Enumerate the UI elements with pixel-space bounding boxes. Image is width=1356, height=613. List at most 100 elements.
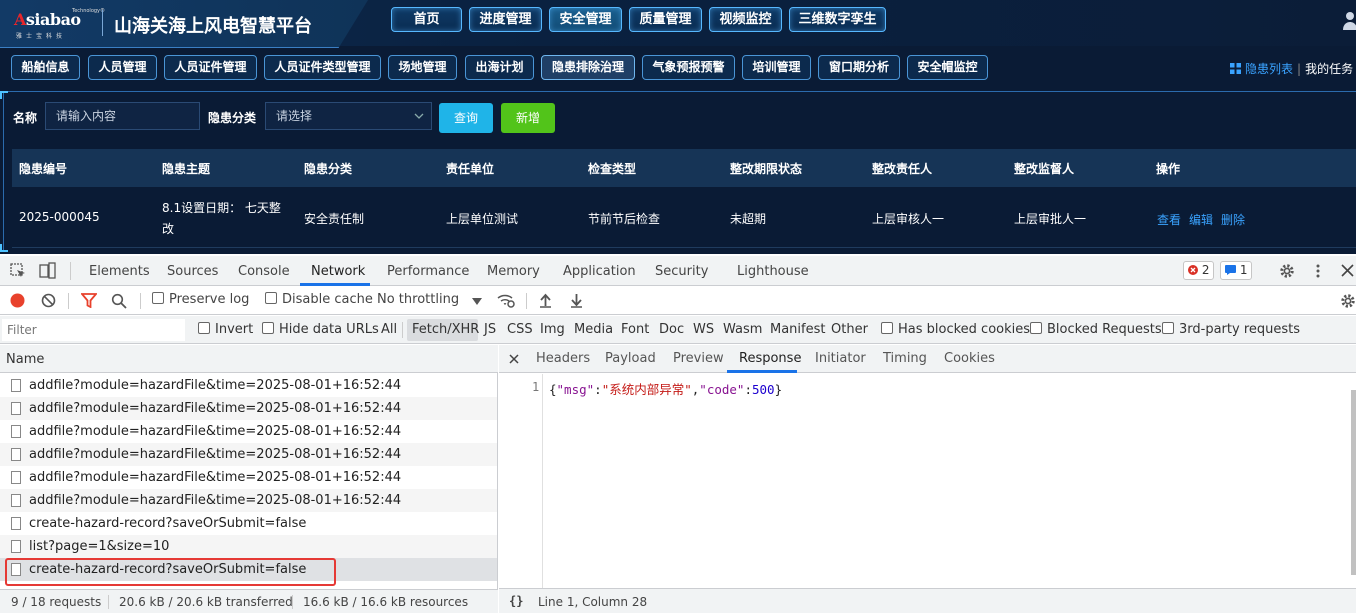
- gear-icon[interactable]: [1279, 263, 1295, 279]
- third-party-checkbox[interactable]: 3rd-party requests: [1162, 322, 1300, 337]
- subnav-certificates[interactable]: 人员证件管理: [164, 55, 257, 80]
- nav-home[interactable]: 首页: [391, 7, 462, 32]
- crumb-my-tasks[interactable]: 我的任务: [1305, 62, 1353, 76]
- active-response-tab-indicator: [727, 370, 797, 373]
- type-manifest[interactable]: Manifest: [770, 322, 825, 337]
- tab-network[interactable]: Network: [311, 264, 365, 279]
- tab-cookies[interactable]: Cookies: [944, 351, 995, 366]
- blocked-cookies-checkbox[interactable]: Has blocked cookies: [881, 322, 1030, 337]
- error-badge[interactable]: 2: [1183, 261, 1215, 280]
- request-row[interactable]: addfile?module=hazardFile&time=2025-08-0…: [0, 374, 497, 397]
- type-media[interactable]: Media: [574, 322, 613, 337]
- tab-sources[interactable]: Sources: [167, 264, 218, 279]
- json-colon: :: [594, 382, 602, 397]
- type-fetch-xhr[interactable]: Fetch/XHR: [412, 322, 479, 337]
- nav-digital-twin[interactable]: 三维数字孪生: [789, 7, 886, 32]
- tab-response[interactable]: Response: [739, 351, 801, 366]
- subnav-ship-info[interactable]: 船舶信息: [11, 55, 80, 80]
- crumb-hazard-list[interactable]: 隐患列表: [1245, 62, 1293, 76]
- download-icon[interactable]: [570, 293, 583, 308]
- request-row[interactable]: create-hazard-record?saveOrSubmit=false: [0, 512, 497, 535]
- breadcrumb: 隐患列表 | 我的任务: [1230, 60, 1353, 77]
- subnav-training[interactable]: 培训管理: [742, 55, 811, 80]
- close-detail-icon[interactable]: [509, 354, 519, 364]
- dropdown-arrow-icon[interactable]: [472, 298, 482, 305]
- tab-preview[interactable]: Preview: [673, 351, 724, 366]
- nav-progress[interactable]: 进度管理: [469, 7, 542, 32]
- request-row[interactable]: addfile?module=hazardFile&time=2025-08-0…: [0, 489, 497, 512]
- preserve-log-checkbox[interactable]: Preserve log: [152, 292, 249, 307]
- edit-link[interactable]: 编辑: [1189, 213, 1213, 227]
- subnav-hazard[interactable]: 隐患排除治理: [541, 55, 635, 80]
- add-button[interactable]: 新增: [501, 103, 555, 133]
- type-other[interactable]: Other: [831, 322, 868, 337]
- disable-cache-checkbox[interactable]: Disable cache: [265, 292, 373, 307]
- line-gutter: [499, 374, 543, 588]
- more-vertical-icon[interactable]: [1312, 263, 1324, 279]
- subnav-helmet[interactable]: 安全帽监控: [907, 55, 988, 80]
- subnav-personnel[interactable]: 人员管理: [88, 55, 157, 80]
- nav-quality[interactable]: 质量管理: [629, 7, 702, 32]
- invert-checkbox[interactable]: Invert: [198, 322, 253, 337]
- request-row[interactable]: addfile?module=hazardFile&time=2025-08-0…: [0, 443, 497, 466]
- type-js[interactable]: JS: [484, 322, 496, 337]
- inspect-icon[interactable]: [10, 263, 26, 279]
- subnav-site[interactable]: 场地管理: [388, 55, 457, 80]
- pretty-print-icon[interactable]: {}: [509, 594, 523, 608]
- tab-headers[interactable]: Headers: [536, 351, 590, 366]
- type-css[interactable]: CSS: [507, 322, 533, 337]
- subnav-window[interactable]: 窗口期分析: [818, 55, 900, 80]
- filter-icon[interactable]: [81, 293, 97, 308]
- type-font[interactable]: Font: [621, 322, 649, 337]
- subnav-sea-plan[interactable]: 出海计划: [465, 55, 534, 80]
- message-badge[interactable]: 1: [1220, 261, 1253, 280]
- query-button[interactable]: 查询: [439, 103, 493, 133]
- tab-console[interactable]: Console: [238, 264, 290, 279]
- search-icon[interactable]: [111, 293, 127, 309]
- request-row[interactable]: addfile?module=hazardFile&time=2025-08-0…: [0, 466, 497, 489]
- tab-lighthouse[interactable]: Lighthouse: [737, 264, 809, 279]
- line-number: 1: [532, 380, 540, 394]
- tab-memory[interactable]: Memory: [487, 264, 540, 279]
- request-row[interactable]: addfile?module=hazardFile&time=2025-08-0…: [0, 420, 497, 443]
- scrollbar[interactable]: [1351, 390, 1356, 575]
- filter-input[interactable]: Filter: [2, 319, 185, 341]
- request-row[interactable]: addfile?module=hazardFile&time=2025-08-0…: [0, 397, 497, 420]
- blocked-requests-checkbox[interactable]: Blocked Requests: [1030, 322, 1162, 337]
- subnav-cert-types[interactable]: 人员证件类型管理: [264, 55, 381, 80]
- network-settings-icon[interactable]: [1340, 293, 1356, 309]
- tab-application[interactable]: Application: [563, 264, 636, 279]
- tab-elements[interactable]: Elements: [89, 264, 150, 279]
- json-value-msg: "系统内部异常": [601, 382, 692, 397]
- nav-video[interactable]: 视频监控: [709, 7, 782, 32]
- close-icon[interactable]: [1341, 264, 1354, 277]
- tab-timing[interactable]: Timing: [883, 351, 927, 366]
- hide-data-urls-checkbox[interactable]: Hide data URLs: [262, 322, 379, 337]
- clear-icon[interactable]: [41, 293, 56, 308]
- upload-icon[interactable]: [539, 293, 552, 308]
- type-select[interactable]: 请选择: [265, 102, 432, 130]
- user-icon[interactable]: [1340, 10, 1356, 30]
- type-img[interactable]: Img: [540, 322, 565, 337]
- name-input[interactable]: 请输入内容: [45, 102, 200, 130]
- request-list: Name addfile?module=hazardFile&time=2025…: [0, 345, 498, 589]
- tab-performance[interactable]: Performance: [387, 264, 469, 279]
- device-toggle-icon[interactable]: [39, 262, 56, 279]
- record-icon[interactable]: [10, 293, 25, 308]
- tab-security[interactable]: Security: [655, 264, 708, 279]
- tab-initiator[interactable]: Initiator: [815, 351, 866, 366]
- nav-safety[interactable]: 安全管理: [549, 7, 622, 32]
- type-all[interactable]: All: [381, 322, 397, 337]
- subnav-weather[interactable]: 气象预报预警: [642, 55, 735, 80]
- type-ws[interactable]: WS: [693, 322, 714, 337]
- type-wasm[interactable]: Wasm: [723, 322, 762, 337]
- network-conditions-icon[interactable]: [496, 292, 516, 309]
- request-row[interactable]: list?page=1&size=10: [0, 535, 497, 558]
- delete-link[interactable]: 删除: [1221, 213, 1245, 227]
- type-doc[interactable]: Doc: [659, 322, 684, 337]
- name-column-header[interactable]: Name: [0, 345, 498, 373]
- view-link[interactable]: 查看: [1157, 213, 1181, 227]
- response-body[interactable]: {"msg":"系统内部异常","code":500}: [549, 379, 782, 398]
- tab-payload[interactable]: Payload: [605, 351, 656, 366]
- throttling-select[interactable]: No throttling: [377, 292, 459, 307]
